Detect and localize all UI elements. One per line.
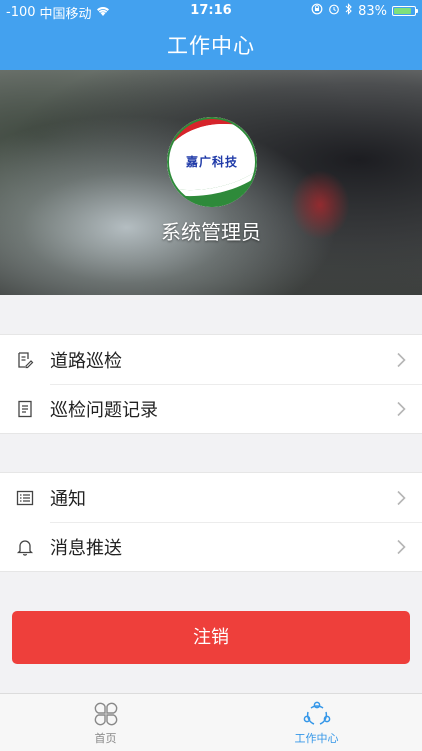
menu-item-road-inspection[interactable]: 道路巡检 xyxy=(0,335,422,384)
document-icon xyxy=(18,400,32,417)
menu-group-messages: 通知 消息推送 xyxy=(0,472,422,572)
edit-doc-icon xyxy=(18,351,34,368)
list-icon xyxy=(16,490,34,505)
profile-header: 嘉广科技 系统管理员 xyxy=(0,70,422,295)
menu-item-label: 道路巡检 xyxy=(50,350,122,372)
menu-item-label: 消息推送 xyxy=(50,537,122,559)
rotation-lock-icon xyxy=(311,3,323,19)
chevron-right-icon xyxy=(397,352,406,367)
bluetooth-icon xyxy=(345,3,353,19)
page-title: 工作中心 xyxy=(167,34,255,58)
menu-item-push-messages[interactable]: 消息推送 xyxy=(0,522,422,571)
menu-group-inspection: 道路巡检 巡检问题记录 xyxy=(0,334,422,434)
status-right: 83% xyxy=(311,3,418,19)
battery-icon xyxy=(392,6,418,16)
tab-label: 首页 xyxy=(94,732,117,745)
menu-item-notifications[interactable]: 通知 xyxy=(0,473,422,522)
user-name: 系统管理员 xyxy=(161,220,261,244)
clover-icon xyxy=(94,702,117,726)
battery-percent: 83% xyxy=(358,3,387,19)
bell-icon xyxy=(16,539,34,556)
tab-label: 工作中心 xyxy=(294,732,339,745)
nav-bar: 工作中心 xyxy=(0,22,422,70)
menu-item-label: 通知 xyxy=(50,488,86,510)
share-icon xyxy=(303,701,330,725)
chevron-right-icon xyxy=(397,401,406,416)
tab-home[interactable]: 首页 xyxy=(0,694,211,751)
status-bar: -100 中国移动 17:16 83% xyxy=(0,0,422,22)
chevron-right-icon xyxy=(397,539,406,554)
logo-text: 嘉广科技 xyxy=(185,155,238,169)
logout-label: 注销 xyxy=(193,627,229,648)
tab-bar: 首页 工作中心 xyxy=(0,693,422,751)
chevron-right-icon xyxy=(397,490,406,505)
menu-item-label: 巡检问题记录 xyxy=(50,399,158,421)
tab-work-center[interactable]: 工作中心 xyxy=(211,694,422,751)
menu-item-inspection-records[interactable]: 巡检问题记录 xyxy=(0,384,422,433)
company-logo: 嘉广科技 xyxy=(167,117,257,207)
logout-button[interactable]: 注销 xyxy=(12,611,410,664)
alarm-icon xyxy=(328,3,340,19)
